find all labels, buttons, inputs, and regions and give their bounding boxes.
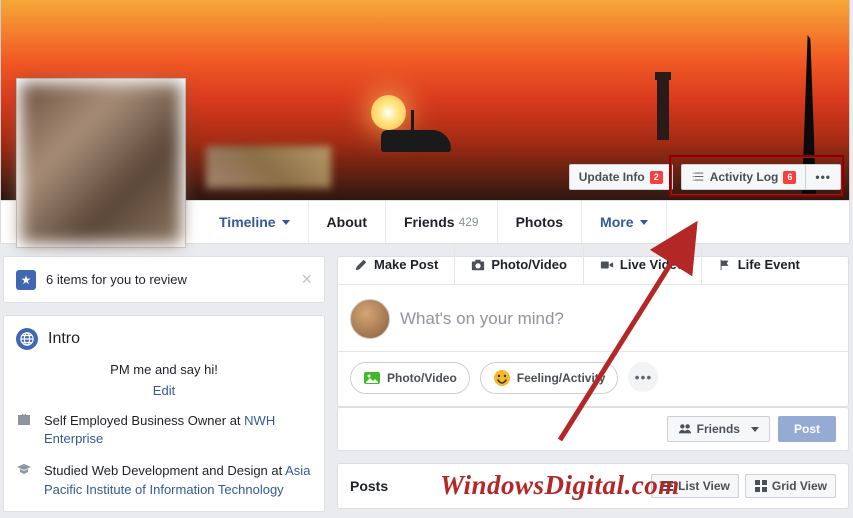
- intro-heading: Intro: [48, 330, 80, 348]
- tab-timeline[interactable]: Timeline: [201, 201, 309, 243]
- posts-header: Posts List View Grid View: [337, 463, 849, 509]
- posts-title: Posts: [350, 478, 388, 494]
- photo-video-label: Photo/Video: [491, 257, 567, 272]
- cover-art: [655, 72, 671, 80]
- camera-icon: [471, 258, 485, 272]
- tab-more-label: More: [600, 214, 633, 230]
- more-actions-button[interactable]: •••: [628, 362, 658, 392]
- activity-log-label: Activity Log: [710, 170, 779, 184]
- tab-friends-label: Friends: [404, 214, 455, 230]
- review-items-text: 6 items for you to review: [46, 272, 187, 287]
- action-photo-video[interactable]: Photo/Video: [350, 362, 470, 394]
- review-items-card[interactable]: ★ 6 items for you to review ×: [3, 256, 325, 303]
- globe-icon: [16, 328, 38, 350]
- smiley-icon: [493, 369, 511, 387]
- tab-photos-label: Photos: [516, 214, 563, 230]
- tab-more[interactable]: More: [582, 201, 666, 243]
- ellipsis-icon: •••: [635, 369, 653, 385]
- composer-input[interactable]: What's on your mind?: [400, 309, 836, 329]
- work-item: Self Employed Business Owner at NWH Ente…: [16, 412, 312, 448]
- activity-log-badge: 6: [783, 171, 796, 184]
- list-view-label: List View: [678, 479, 730, 493]
- chip-label: Photo/Video: [387, 371, 457, 385]
- photo-icon: [363, 369, 381, 387]
- flag-icon: [718, 258, 732, 272]
- video-icon: [600, 258, 614, 272]
- cover-art: [657, 80, 669, 140]
- list-view-button[interactable]: List View: [651, 474, 739, 498]
- education-item: Studied Web Development and Design at As…: [16, 462, 312, 498]
- chevron-down-icon: [640, 220, 648, 225]
- intro-card: Intro PM me and say hi! Edit Self Employ…: [3, 315, 325, 512]
- tab-about-label: About: [327, 214, 367, 230]
- composer-footer: Friends Post: [337, 407, 849, 451]
- profile-name-blurred: [206, 146, 331, 188]
- action-feeling[interactable]: Feeling/Activity: [480, 362, 619, 394]
- update-info-button[interactable]: Update Info 2: [569, 164, 673, 190]
- close-icon[interactable]: ×: [301, 269, 312, 290]
- tab-photos[interactable]: Photos: [498, 201, 582, 243]
- pencil-icon: [354, 258, 368, 272]
- live-video-label: Live Video: [620, 257, 685, 272]
- tab-make-post[interactable]: Make Post: [338, 245, 455, 284]
- update-info-label: Update Info: [579, 170, 645, 184]
- life-event-label: Life Event: [738, 257, 800, 272]
- intro-tagline: PM me and say hi!: [16, 362, 312, 377]
- composer: Make Post Photo/Video Live Video Life Ev…: [337, 256, 849, 407]
- star-icon: ★: [16, 270, 36, 290]
- chevron-down-icon: [751, 427, 759, 432]
- make-post-label: Make Post: [374, 257, 438, 272]
- grid-view-label: Grid View: [772, 479, 827, 493]
- cover-art: [381, 130, 451, 152]
- tab-live-video[interactable]: Live Video: [584, 245, 702, 284]
- friends-icon: [678, 422, 692, 436]
- list-icon: [691, 170, 705, 184]
- profile-picture-blurred: [21, 83, 181, 243]
- tab-friends[interactable]: Friends 429: [386, 201, 498, 243]
- activity-log-button[interactable]: Activity Log 6: [681, 164, 807, 190]
- grid-icon: [754, 479, 768, 493]
- ellipsis-icon: •••: [815, 170, 831, 184]
- update-info-badge: 2: [650, 171, 663, 184]
- cover-photo[interactable]: Update Info 2 Activity Log 6 •••: [0, 0, 850, 200]
- cover-art: [371, 95, 406, 130]
- chevron-down-icon: [282, 220, 290, 225]
- audience-label: Friends: [697, 422, 740, 436]
- chip-label: Feeling/Activity: [517, 371, 606, 385]
- audience-selector[interactable]: Friends: [667, 416, 770, 442]
- more-options-button[interactable]: •••: [806, 164, 841, 190]
- avatar[interactable]: [350, 299, 390, 339]
- work-prefix: Self Employed Business Owner at: [44, 413, 244, 428]
- tab-life-event[interactable]: Life Event: [702, 245, 816, 284]
- friends-count: 429: [459, 215, 479, 229]
- tab-photo-video[interactable]: Photo/Video: [455, 245, 584, 284]
- edu-prefix: Studied Web Development and Design at: [44, 463, 285, 478]
- post-button[interactable]: Post: [778, 416, 836, 442]
- tab-timeline-label: Timeline: [219, 214, 276, 230]
- grid-view-button[interactable]: Grid View: [745, 474, 836, 498]
- graduation-cap-icon: [16, 462, 34, 498]
- profile-picture[interactable]: [16, 78, 186, 248]
- briefcase-icon: [16, 412, 34, 448]
- list-icon: [660, 479, 674, 493]
- tab-about[interactable]: About: [309, 201, 386, 243]
- edit-intro-link[interactable]: Edit: [16, 383, 312, 398]
